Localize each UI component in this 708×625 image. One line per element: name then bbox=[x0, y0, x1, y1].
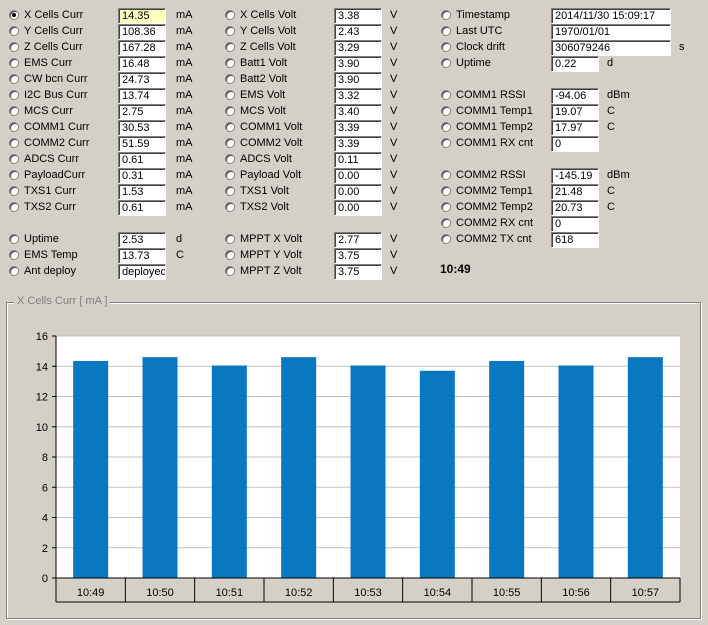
y-tick-label: 12 bbox=[36, 392, 48, 404]
x-tick-label: 10:49 bbox=[77, 587, 105, 599]
bar bbox=[73, 360, 109, 578]
bar bbox=[142, 357, 178, 578]
bar-chart: 0 2 4 6 8 10 12 14 16 10:49 10:50 10:51 10:52 10:53 10… bbox=[36, 331, 681, 603]
y-tick-label: 2 bbox=[42, 543, 48, 555]
bar bbox=[211, 365, 247, 578]
bar bbox=[350, 365, 386, 578]
y-tick-label: 10 bbox=[36, 422, 48, 434]
bar bbox=[627, 357, 663, 578]
y-tick-label: 0 bbox=[42, 573, 48, 585]
y-tick-label: 8 bbox=[42, 452, 48, 464]
x-tick-label: 10:55 bbox=[493, 587, 521, 599]
x-tick-label: 10:52 bbox=[285, 587, 313, 599]
y-tick-label: 4 bbox=[42, 513, 48, 525]
x-tick-label: 10:57 bbox=[632, 587, 660, 599]
x-tick-label: 10:51 bbox=[216, 587, 244, 599]
x-tick-label: 10:56 bbox=[562, 587, 590, 599]
bar bbox=[419, 370, 455, 578]
bar bbox=[558, 365, 594, 578]
x-tick-label: 10:53 bbox=[354, 587, 382, 599]
y-tick-label: 6 bbox=[42, 482, 48, 494]
x-tick-label: 10:54 bbox=[424, 587, 452, 599]
y-tick-label: 16 bbox=[36, 331, 48, 343]
x-tick-label: 10:50 bbox=[146, 587, 174, 599]
bar bbox=[281, 357, 317, 578]
bar bbox=[489, 360, 525, 578]
y-tick-label: 14 bbox=[36, 361, 48, 373]
